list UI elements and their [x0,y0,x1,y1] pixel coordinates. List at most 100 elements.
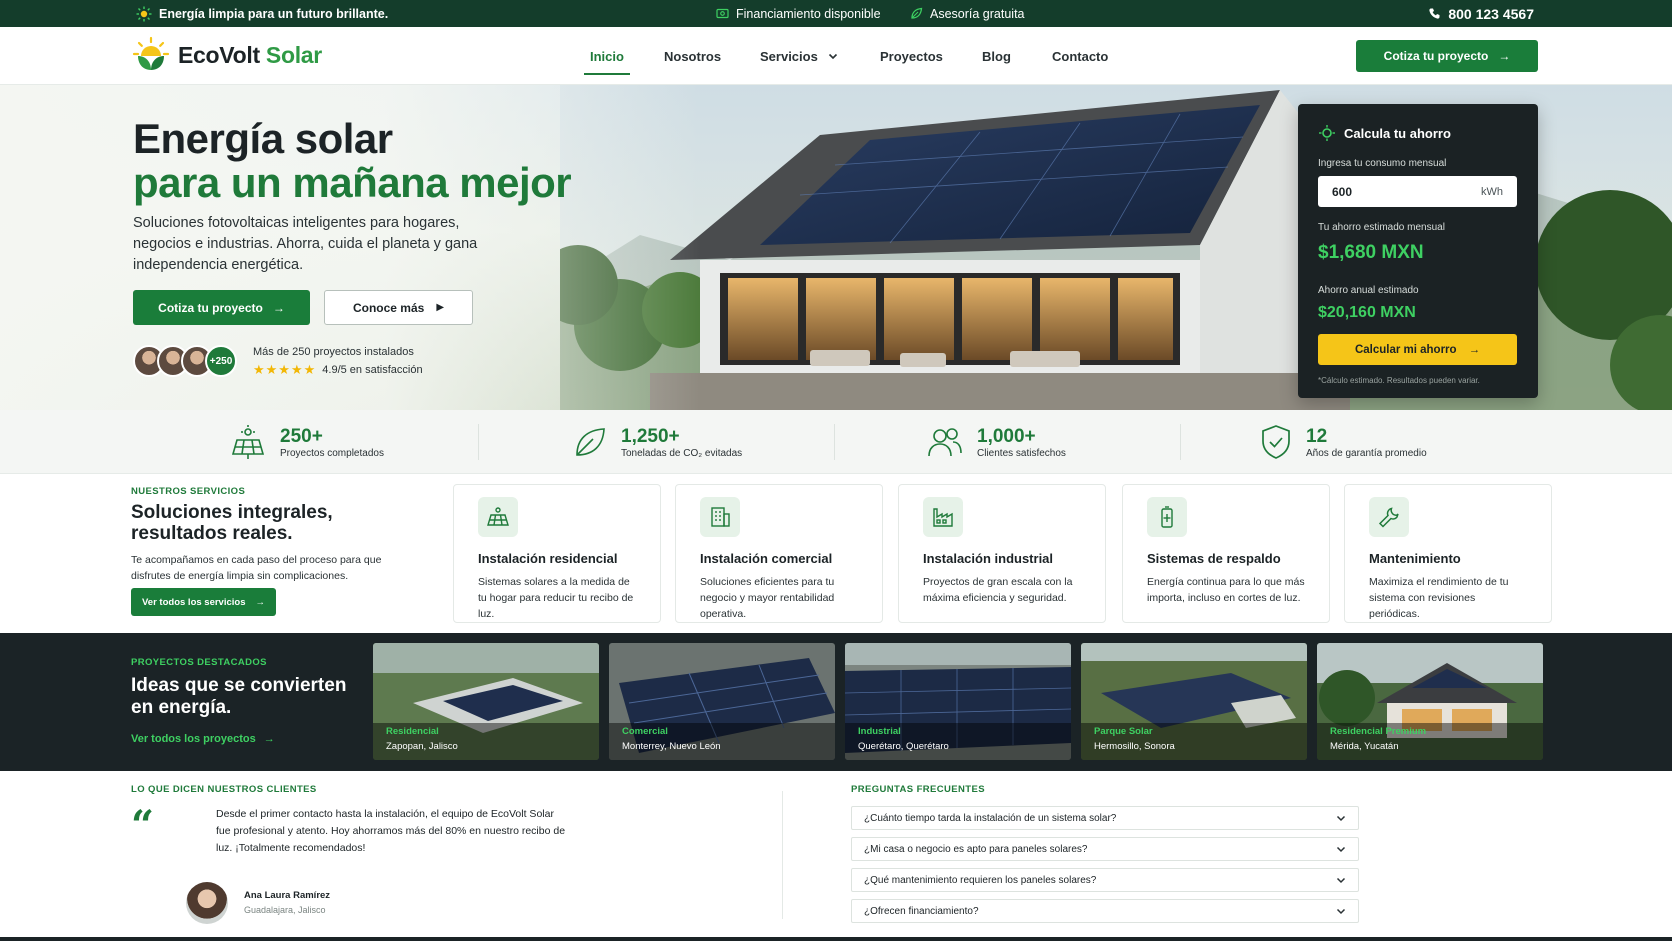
hero-learn-more-button[interactable]: Conoce más ▶ [324,290,473,325]
consumption-label: Ingresa tu consumo mensual [1318,158,1447,169]
services-intro: NUESTROS SERVICIOS Soluciones integrales… [131,486,421,584]
users-icon [928,428,962,457]
services-section: NUESTROS SERVICIOS Soluciones integrales… [0,474,1672,633]
stat-projects: 250+ Proyectos completados [230,410,384,474]
faq-item[interactable]: ¿Mi casa o negocio es apto para paneles … [851,837,1359,861]
stat-clients-text: 1,000+ Clientes satisfechos [977,426,1066,459]
stat-label: Años de garantía promedio [1306,447,1427,459]
annual-savings-value: $20,160 MXN [1318,304,1416,321]
stat-divider [1180,424,1181,460]
quote-icon: “ [131,802,155,849]
service-card-residencial[interactable]: Instalación residencial Sistemas solares… [453,484,661,623]
arrow-right-icon: → [1468,343,1481,356]
service-title: Sistemas de respaldo [1147,551,1281,566]
faq-question: ¿Qué mantenimiento requieren los paneles… [864,874,1097,886]
service-title: Instalación industrial [923,551,1054,566]
services-heading: Soluciones integrales, resultados reales… [131,502,333,544]
service-text: Proyectos de gran escala con la máxima e… [923,576,1073,604]
nav-item-blog[interactable]: Blog [982,27,1011,85]
hero-quote-button-label: Cotiza tu proyecto [158,300,263,315]
projects-eyebrow: PROYECTOS DESTACADOS [131,657,267,668]
brand-name-part1: EcoVolt [178,41,260,68]
avatar [186,882,228,924]
savings-calculator: Calcula tu ahorro Ingresa tu consumo men… [1298,104,1538,398]
all-services-button[interactable]: Ver todos los servicios → [131,588,276,616]
section-divider [782,791,783,919]
faq-question: ¿Mi casa o negocio es apto para paneles … [864,843,1088,855]
project-card[interactable]: Residencial Premium Mérida, Yucatán [1317,643,1543,760]
hero-title-line1: Energía solar [133,115,393,162]
brand-logo[interactable]: EcoVolt Solar [132,36,322,74]
advice-info[interactable]: Asesoría gratuita [910,0,1025,27]
stat-label: Proyectos completados [280,447,384,459]
testimonials: LO QUE DICEN NUESTROS CLIENTES “ Desde e… [131,784,771,941]
service-card-respaldo[interactable]: Sistemas de respaldo Energía continua pa… [1122,484,1330,623]
faq-question: ¿Cuánto tiempo tarda la instalación de u… [864,812,1117,824]
project-location: Zapopan, Jalisco [386,741,458,752]
nav-item-contacto[interactable]: Contacto [1052,27,1108,85]
service-card-industrial[interactable]: Instalación industrial Proyectos de gran… [898,484,1106,623]
faq-item[interactable]: ¿Qué mantenimiento requieren los paneles… [851,868,1359,892]
chevron-down-icon [1336,815,1346,822]
faq-item[interactable]: ¿Ofrecen financiamiento? [851,899,1359,923]
arrow-right-icon: → [272,300,285,315]
testimonial-quote: Desde el primer contacto hasta la instal… [216,808,566,854]
phone-number: 800 123 4567 [1448,5,1534,22]
project-card[interactable]: Comercial Monterrey, Nuevo León [609,643,835,760]
service-card-mantenimiento[interactable]: Mantenimiento Maximiza el rendimiento de… [1344,484,1552,623]
service-title: Instalación comercial [700,551,833,566]
stat-co2-text: 1,250+ Toneladas de CO₂ evitadas [621,426,742,459]
service-title: Instalación residencial [478,551,618,566]
project-category: Residencial Premium [1330,726,1427,737]
star-rating-icon: ★★★★★ [253,362,317,377]
hero-subtitle: Soluciones fotovoltaicas inteligentes pa… [133,215,478,273]
project-category: Parque Solar [1094,726,1153,737]
services-eyebrow: NUESTROS SERVICIOS [131,486,246,497]
rating: ★★★★★ 4.9/5 en satisfacción [253,362,423,378]
stat-label: Clientes satisfechos [977,447,1066,459]
tagline-text: Energía limpia para un futuro brillante. [159,6,389,21]
shield-check-icon [1262,425,1290,459]
all-projects-link[interactable]: Ver todos los proyectos → [131,733,275,745]
main-navbar: EcoVolt Solar Inicio Nosotros Servicios … [0,27,1672,85]
projects-section: PROYECTOS DESTACADOS Ideas que se convie… [0,633,1672,771]
stat-value: 250+ [280,425,323,447]
brand-name: EcoVolt Solar [178,42,322,69]
arrow-right-icon: → [255,596,266,608]
arrow-right-icon: → [1498,49,1511,63]
testimonial-city: Guadalajara, Jalisco [244,905,326,915]
faq-item[interactable]: ¿Cuánto tiempo tarda la instalación de u… [851,806,1359,830]
calculator-title: Calcula tu ahorro [1318,124,1451,142]
factory-icon [923,497,963,537]
consumption-input[interactable]: 600 kWh [1318,176,1517,207]
service-card-comercial[interactable]: Instalación comercial Soluciones eficien… [675,484,883,623]
service-text: Sistemas solares a la medida de tu hogar… [478,576,634,620]
nav-item-inicio[interactable]: Inicio [584,27,630,85]
chevron-down-icon [1336,877,1346,884]
tagline: Energía limpia para un futuro brillante. [136,0,388,27]
consumption-input-value: 600 [1332,184,1353,199]
nav-quote-button[interactable]: Cotiza tu proyecto → [1356,40,1538,72]
top-announcement-bar: Energía limpia para un futuro brillante.… [0,0,1672,27]
financing-text: Financiamiento disponible [736,6,881,21]
avatar-count-badge: +250 [205,345,237,377]
battery-icon [1147,497,1187,537]
nav-item-servicios[interactable]: Servicios [760,27,838,85]
phone-link[interactable]: 800 123 4567 [1428,0,1534,27]
consumption-unit: kWh [1481,185,1503,198]
arrow-right-icon: → [263,733,275,745]
nav-item-proyectos[interactable]: Proyectos [880,27,943,85]
project-card[interactable]: Industrial Querétaro, Querétaro [845,643,1071,760]
faq-question: ¿Ofrecen financiamiento? [864,905,979,917]
project-card[interactable]: Residencial Zapopan, Jalisco [373,643,599,760]
sun-leaf-icon [1319,125,1335,141]
services-description: Te acompañamos en cada paso del proceso … [131,554,382,582]
project-card[interactable]: Parque Solar Hermosillo, Sonora [1081,643,1307,760]
nav-item-nosotros[interactable]: Nosotros [664,27,721,85]
stat-value: 1,000+ [977,425,1036,447]
calculate-savings-button[interactable]: Calcular mi ahorro → [1318,334,1517,365]
monthly-savings-value: $1,680 MXN [1318,242,1424,263]
financing-info[interactable]: Financiamiento disponible [716,0,881,27]
chevron-down-icon [1336,908,1346,915]
hero-quote-button[interactable]: Cotiza tu proyecto → [133,290,310,325]
